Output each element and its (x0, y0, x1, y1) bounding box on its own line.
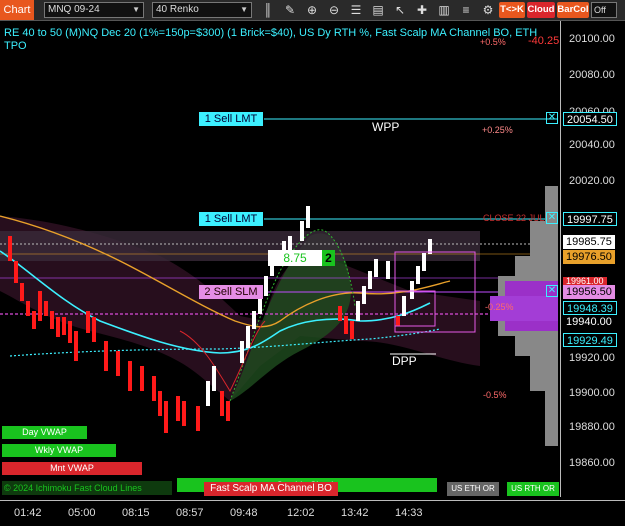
barcol-button[interactable]: BarCol (557, 2, 589, 18)
y-tick-label: 20020.00 (569, 175, 615, 187)
y-tick-label: 20100.00 (569, 33, 615, 45)
dpp-label: DPP (392, 354, 417, 368)
off-value: Off (594, 5, 606, 15)
zoom-out-icon[interactable]: ⊖ (326, 2, 342, 18)
copyright-label: © 2024 Ichimoku Fast Cloud Lines (2, 481, 172, 495)
tpo-profile (490, 186, 558, 446)
y-tick-label: 20040.00 (569, 139, 615, 151)
chart-trader-icon[interactable]: ▥ (436, 2, 452, 18)
wpp-label: WPP (372, 120, 400, 134)
brick-count-box: 2 (322, 250, 335, 266)
indicators-icon[interactable]: ≡ (458, 2, 474, 18)
chart-plot-area[interactable]: RE 40 to 50 (M)NQ Dec 20 (1%=150p=$300) … (0, 21, 560, 497)
draw-tool-icon[interactable]: ✎ (282, 2, 298, 18)
off-selector[interactable]: Off (591, 2, 617, 18)
close-icon[interactable]: ✕ (546, 112, 558, 124)
y-tick-label: 19880.00 (569, 421, 615, 433)
top-red-value: -40.25 (528, 35, 560, 47)
pct-mid-label: +0.25% (482, 125, 513, 135)
pct-top-label: +0.5% (480, 37, 506, 47)
day-vwap-legend[interactable]: Day VWAP (2, 426, 87, 439)
sell-lmt-1-price: 20054.50 (563, 112, 617, 126)
x-tick-label: 08:15 (122, 507, 150, 519)
close-date-label: CLOSE 22 JUL (483, 213, 545, 223)
close-icon[interactable]: ✕ (546, 212, 558, 224)
sell-lmt-order-1[interactable]: 1 Sell LMT (199, 112, 263, 126)
cloud-button[interactable]: Cloud (527, 2, 555, 18)
white-level-price: 19940.00 (563, 315, 615, 329)
cyan-ma-price: 19948.39 (563, 301, 617, 315)
mnt-vwap-legend[interactable]: Mnt VWAP (2, 462, 142, 475)
bar-type-value: 40 Renko (156, 4, 199, 15)
us-eth-or-legend[interactable]: US ETH OR (447, 482, 499, 496)
red-price: 19961.00 (563, 277, 607, 286)
wkly-vwap-legend[interactable]: Wkly VWAP (2, 444, 116, 457)
bar-type-selector[interactable]: 40 Renko ▼ (152, 2, 252, 18)
x-tick-label: 01:42 (14, 507, 42, 519)
price-axis[interactable]: 20100.00 20080.00 20060.00 20040.00 2002… (560, 21, 625, 497)
sell-lmt-2-price: 19997.75 (563, 212, 617, 226)
y-tick-label: 19900.00 (569, 387, 615, 399)
pct-neg5-label: -0.5% (483, 390, 507, 400)
chart-label[interactable]: Chart (0, 0, 34, 20)
x-tick-label: 13:42 (341, 507, 369, 519)
close-icon[interactable]: ✕ (546, 285, 558, 297)
chevron-down-icon: ▼ (240, 5, 248, 14)
t-k-button[interactable]: T<>K (499, 2, 525, 18)
x-tick-label: 05:00 (68, 507, 96, 519)
chart-subtitle: TPO (4, 40, 27, 52)
toolbar: Chart MNQ 09-24 ▼ 40 Renko ▼ ║ ✎ ⊕ ⊖ ☰ ▤… (0, 0, 625, 21)
y-tick-label: 19920.00 (569, 352, 615, 364)
y-tick-label: 19860.00 (569, 457, 615, 469)
chart-title: RE 40 to 50 (M)NQ Dec 20 (1%=150p=$300) … (4, 27, 538, 39)
chevron-down-icon: ▼ (132, 5, 140, 14)
x-tick-label: 08:57 (176, 507, 204, 519)
last-price: 19985.75 (563, 235, 615, 249)
x-tick-label: 12:02 (287, 507, 315, 519)
brick-value-box: 8.75 (268, 250, 322, 266)
value-area-band (0, 231, 480, 261)
bar-chart-icon[interactable]: ║ (260, 2, 276, 18)
pointer-icon[interactable]: ↖ (392, 2, 408, 18)
x-tick-label: 09:48 (230, 507, 258, 519)
pct-neg25-label: -0.25% (485, 302, 514, 312)
sell-slm-price: 19956.50 (563, 285, 615, 299)
instrument-value: MNQ 09-24 (48, 4, 100, 15)
us-rth-or-legend[interactable]: US RTH OR (507, 482, 559, 496)
sell-slm-order[interactable]: 2 Sell SLM (199, 285, 263, 299)
vwap-price: 19929.49 (563, 333, 617, 347)
sell-lmt-order-2[interactable]: 1 Sell LMT (199, 212, 263, 226)
instrument-selector[interactable]: MNQ 09-24 ▼ (44, 2, 144, 18)
time-axis[interactable]: 01:42 05:00 08:15 08:57 09:48 12:02 13:4… (0, 500, 625, 526)
properties-icon[interactable]: ☰ (348, 2, 364, 18)
strategies-icon[interactable]: ⚙ (480, 2, 496, 18)
x-tick-label: 14:33 (395, 507, 423, 519)
fast-scalp-legend[interactable]: Fast Scalp MA Channel BO (204, 482, 338, 496)
template-icon[interactable]: ▤ (370, 2, 386, 18)
orange-price: 19976.50 (563, 250, 615, 264)
crosshair-icon[interactable]: ✚ (414, 2, 430, 18)
zoom-in-icon[interactable]: ⊕ (304, 2, 320, 18)
y-tick-label: 20080.00 (569, 69, 615, 81)
